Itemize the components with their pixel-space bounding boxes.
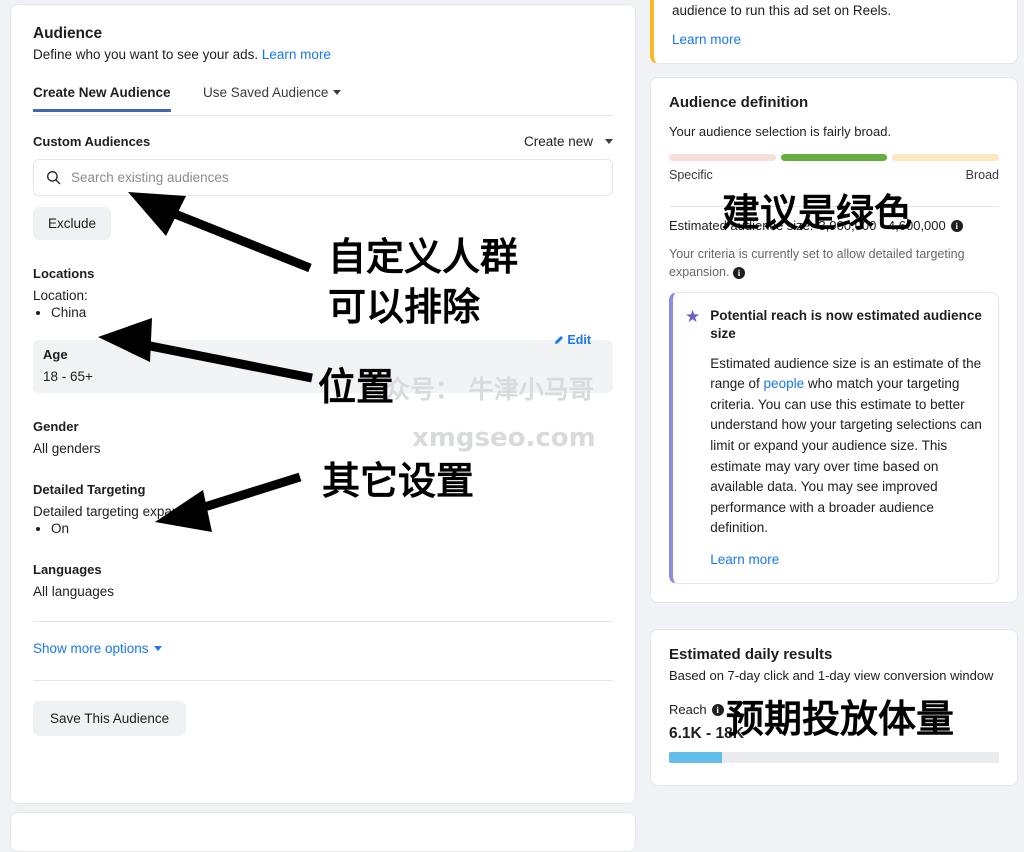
audience-definition-card: Audience definition Your audience select… bbox=[650, 77, 1018, 603]
custom-audiences-header: Custom Audiences Create new bbox=[33, 134, 613, 149]
create-new-audience-button[interactable]: Create new bbox=[524, 134, 613, 149]
audience-breadth-meter[interactable] bbox=[669, 154, 1000, 161]
reach-row: Reach i bbox=[669, 702, 999, 717]
exclude-button[interactable]: Exclude bbox=[33, 207, 112, 240]
divider bbox=[669, 206, 999, 207]
estimated-daily-results-title: Estimated daily results bbox=[669, 645, 833, 663]
criteria-note-text: Your criteria is currently set to allow … bbox=[669, 247, 965, 279]
pencil-icon bbox=[555, 335, 564, 344]
age-label: Age bbox=[43, 347, 68, 362]
edit-label: Edit bbox=[567, 333, 591, 347]
languages-label: Languages bbox=[33, 562, 102, 577]
gender-label: Gender bbox=[33, 419, 79, 434]
page-title: Audience bbox=[33, 25, 102, 42]
custom-audiences-label: Custom Audiences bbox=[33, 134, 151, 149]
reach-progress-bar bbox=[669, 752, 999, 764]
criteria-note: Your criteria is currently set to allow … bbox=[669, 246, 999, 282]
next-card-stub bbox=[10, 812, 636, 852]
detailed-targeting-label: Detailed Targeting bbox=[33, 482, 146, 497]
divider bbox=[33, 680, 613, 681]
meter-segment-balanced bbox=[780, 154, 888, 161]
search-audiences-field[interactable]: Search existing audiences bbox=[33, 159, 613, 196]
audience-definition-title: Audience definition bbox=[669, 94, 809, 111]
tab-use-saved-audience-label: Use Saved Audience bbox=[203, 85, 329, 100]
show-more-options-label: Show more options bbox=[33, 641, 149, 656]
gender-value: All genders bbox=[33, 441, 101, 456]
reach-progress-fill bbox=[669, 752, 722, 764]
save-this-audience-button[interactable]: Save This Audience bbox=[33, 701, 187, 736]
audience-definition-summary: Your audience selection is fairly broad. bbox=[669, 124, 892, 139]
star-icon: ★ bbox=[685, 306, 701, 326]
reels-notice-text: audience to run this ad set on Reels. bbox=[672, 3, 892, 18]
potential-reach-card: ★ Potential reach is now estimated audie… bbox=[669, 291, 999, 584]
left-column: Audience Define who you want to see your… bbox=[10, 0, 636, 852]
screenshot-root: Audience Define who you want to see your… bbox=[0, 0, 1024, 852]
languages-value: All languages bbox=[33, 584, 115, 599]
reels-notice-learn-more-link[interactable]: Learn more bbox=[672, 32, 741, 47]
right-column: audience to run this ad set on Reels. Le… bbox=[650, 0, 1018, 787]
meter-labels: Specific Broad bbox=[669, 168, 999, 182]
audience-card: Audience Define who you want to see your… bbox=[10, 4, 636, 804]
locations-label: Locations bbox=[33, 266, 95, 281]
estimated-daily-results-subtitle: Based on 7-day click and 1-day view conv… bbox=[669, 667, 994, 683]
info-icon[interactable]: i bbox=[732, 267, 745, 280]
search-input-placeholder: Search existing audiences bbox=[71, 170, 229, 185]
estimated-audience-size-row: Estimated audience size: 3,900,000 - 4,6… bbox=[669, 218, 999, 233]
divider bbox=[33, 621, 613, 622]
reels-notice-card: audience to run this ad set on Reels. Le… bbox=[650, 0, 1018, 64]
meter-label-specific: Specific bbox=[669, 168, 713, 182]
potential-reach-heading: Potential reach is now estimated audienc… bbox=[710, 307, 982, 341]
estimated-audience-size-value: 3,900,000 - 4,600,000 bbox=[818, 218, 946, 233]
potential-reach-learn-more-link[interactable]: Learn more bbox=[710, 552, 779, 567]
info-icon[interactable]: i bbox=[711, 703, 724, 716]
detailed-targeting-list: On bbox=[33, 521, 613, 536]
create-new-label: Create new bbox=[523, 134, 593, 149]
chevron-down-icon bbox=[153, 646, 162, 651]
estimated-daily-results-card: Estimated daily results Based on 7-day c… bbox=[650, 628, 1018, 787]
list-item: China bbox=[51, 305, 613, 320]
chevron-down-icon bbox=[333, 90, 342, 95]
location-value-label: Location: bbox=[33, 288, 88, 303]
languages-block: Languages All languages bbox=[33, 562, 613, 599]
audience-tabs: Create New Audience Use Saved Audience bbox=[33, 84, 613, 116]
edit-age-link[interactable]: Edit bbox=[553, 333, 591, 347]
tab-create-new-audience[interactable]: Create New Audience bbox=[33, 85, 171, 112]
info-icon[interactable]: i bbox=[950, 219, 963, 232]
locations-block: Locations Location: China bbox=[33, 266, 613, 320]
age-block: Edit Age 18 - 65+ bbox=[33, 333, 613, 393]
meter-segment-specific bbox=[669, 154, 776, 161]
page-subtitle: Define who you want to see your ads. Lea… bbox=[33, 47, 613, 62]
potential-reach-body-part2: who match your targeting criteria. You c… bbox=[710, 376, 982, 536]
tab-use-saved-audience[interactable]: Use Saved Audience bbox=[203, 85, 342, 109]
audience-learn-more-link[interactable]: Learn more bbox=[262, 47, 331, 62]
detailed-targeting-block: Detailed Targeting Detailed targeting ex… bbox=[33, 482, 613, 536]
show-more-options-button[interactable]: Show more options bbox=[33, 641, 162, 656]
locations-list: China bbox=[33, 305, 613, 320]
detailed-targeting-value-label: Detailed targeting expansion: bbox=[33, 504, 208, 519]
search-icon bbox=[47, 171, 61, 185]
potential-reach-body: Estimated audience size is an estimate o… bbox=[710, 354, 982, 539]
estimated-audience-size-label: Estimated audience size: bbox=[669, 218, 814, 233]
people-link[interactable]: people bbox=[764, 376, 805, 391]
meter-label-broad: Broad bbox=[965, 168, 999, 182]
list-item: On bbox=[51, 521, 613, 536]
meter-segment-broad bbox=[892, 154, 1000, 161]
reach-label: Reach bbox=[669, 702, 707, 718]
chevron-down-icon bbox=[605, 139, 613, 144]
reach-value: 6.1K - 18K bbox=[669, 725, 744, 743]
age-value: 18 - 65+ bbox=[43, 369, 93, 384]
gender-block: Gender All genders bbox=[33, 419, 613, 456]
page-subtitle-text: Define who you want to see your ads. bbox=[33, 47, 259, 62]
